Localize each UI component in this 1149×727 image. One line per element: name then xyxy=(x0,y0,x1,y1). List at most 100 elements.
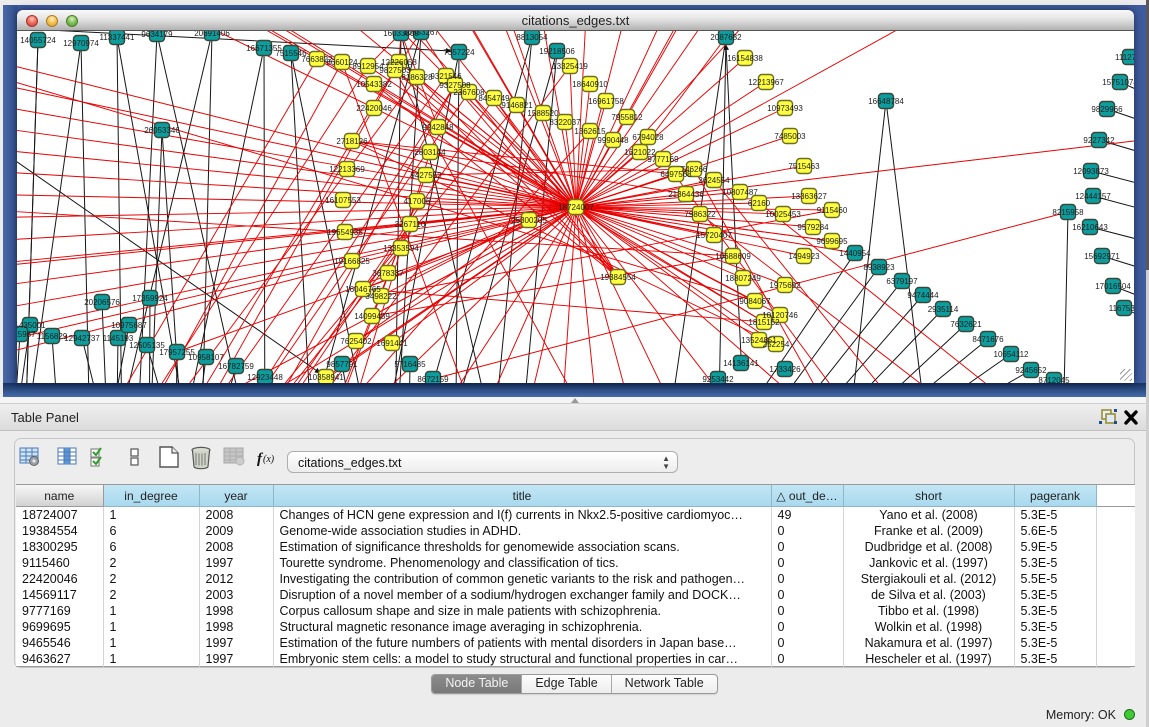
svg-text:9253442: 9253442 xyxy=(702,375,734,383)
svg-text:9579284: 9579284 xyxy=(797,223,829,232)
svg-text:9427552: 9427552 xyxy=(410,171,442,180)
svg-text:252254: 252254 xyxy=(763,340,790,349)
svg-text:16648784: 16648784 xyxy=(868,97,904,106)
svg-text:8322037: 8322037 xyxy=(549,118,581,127)
svg-text:8712045: 8712045 xyxy=(1038,376,1070,383)
svg-text:16154838: 16154838 xyxy=(727,54,763,63)
svg-text:9699695: 9699695 xyxy=(816,237,848,246)
svg-text:19166825: 19166825 xyxy=(334,257,370,266)
svg-text:10853267: 10853267 xyxy=(403,31,439,37)
svg-text:1815152: 1815152 xyxy=(748,318,780,327)
svg-text:8813054: 8813054 xyxy=(516,33,548,42)
svg-text:10807487: 10807487 xyxy=(722,188,758,197)
svg-text:2935114: 2935114 xyxy=(928,305,959,314)
svg-text:8471676: 8471676 xyxy=(972,335,1004,344)
svg-text:21364436: 21364436 xyxy=(668,190,704,199)
svg-text:417006: 417006 xyxy=(404,197,431,206)
svg-text:20691406: 20691406 xyxy=(194,31,230,38)
svg-text:9990448: 9990448 xyxy=(597,136,629,145)
svg-text:26053346: 26053346 xyxy=(144,126,180,135)
svg-text:62160: 62160 xyxy=(748,199,771,208)
svg-text:15720407: 15720407 xyxy=(696,231,732,240)
svg-text:3915987: 3915987 xyxy=(17,330,36,339)
svg-text:16961758: 16961758 xyxy=(588,97,624,106)
svg-text:1494923: 1494923 xyxy=(788,252,820,261)
svg-text:9634179: 9634179 xyxy=(141,31,173,39)
svg-text:13325419: 13325419 xyxy=(552,62,588,71)
svg-text:14136141: 14136141 xyxy=(723,359,759,368)
svg-text:2087682: 2087682 xyxy=(710,33,742,42)
svg-text:10975687: 10975687 xyxy=(111,321,147,330)
svg-text:1588520: 1588520 xyxy=(527,109,559,118)
svg-text:15751074: 15751074 xyxy=(1102,78,1134,87)
svg-text:17359924: 17359924 xyxy=(132,294,168,303)
svg-text:10543382: 10543382 xyxy=(356,80,392,89)
svg-text:1167533: 1167533 xyxy=(1109,304,1134,313)
svg-text:9474444: 9474444 xyxy=(907,291,939,300)
svg-text:9084067: 9084067 xyxy=(739,297,771,306)
svg-text:7986322: 7986322 xyxy=(684,210,716,219)
svg-text:7632621: 7632621 xyxy=(950,320,982,329)
svg-text:10654112: 10654112 xyxy=(994,350,1030,359)
svg-text:9321546: 9321546 xyxy=(430,72,462,81)
svg-text:746266: 746266 xyxy=(681,165,708,174)
svg-text:17016504: 17016504 xyxy=(1095,282,1131,291)
svg-text:20206576: 20206576 xyxy=(84,298,120,307)
svg-text:8672159: 8672159 xyxy=(417,375,449,383)
svg-text:16210643: 16210643 xyxy=(1072,223,1108,232)
svg-text:19218506: 19218506 xyxy=(539,47,575,56)
svg-text:10025453: 10025453 xyxy=(765,210,801,219)
svg-text:19384554: 19384554 xyxy=(600,273,636,282)
svg-text:(x): (x) xyxy=(263,454,275,465)
svg-text:12444157: 12444157 xyxy=(1075,192,1111,201)
svg-text:16782759: 16782759 xyxy=(218,362,254,371)
svg-text:10973493: 10973493 xyxy=(767,104,803,113)
svg-text:11337441: 11337441 xyxy=(100,33,136,42)
svg-text:10958107: 10958107 xyxy=(188,353,224,362)
svg-text:18807249: 18807249 xyxy=(725,274,761,283)
svg-text:7515463: 7515463 xyxy=(788,162,820,171)
svg-text:13363627: 13363627 xyxy=(791,192,827,201)
svg-text:12942737: 12942737 xyxy=(64,334,100,343)
svg-text:1156829: 1156829 xyxy=(37,332,68,341)
svg-text:12923448: 12923448 xyxy=(247,373,283,382)
svg-text:13353594: 13353594 xyxy=(383,244,419,253)
svg-text:6379197: 6379197 xyxy=(886,277,918,286)
svg-text:5716485: 5716485 xyxy=(394,360,426,369)
svg-text:1975692: 1975692 xyxy=(769,281,801,290)
svg-text:14099489: 14099489 xyxy=(354,312,390,321)
svg-text:12213369: 12213369 xyxy=(329,165,365,174)
svg-text:8938923: 8938923 xyxy=(863,263,895,272)
svg-text:9227342: 9227342 xyxy=(1083,136,1115,145)
svg-text:2803144: 2803144 xyxy=(414,148,446,157)
svg-text:12093873: 12093873 xyxy=(1073,167,1109,176)
svg-text:10688609: 10688609 xyxy=(715,252,751,261)
svg-text:9115460: 9115460 xyxy=(817,206,848,215)
svg-text:1362615: 1362615 xyxy=(574,127,606,136)
svg-text:1691441: 1691441 xyxy=(376,339,408,348)
svg-text:22420046: 22420046 xyxy=(356,104,392,113)
svg-text:7625402: 7625402 xyxy=(340,337,372,346)
svg-text:8186328: 8186328 xyxy=(401,73,433,82)
svg-text:9245652: 9245652 xyxy=(1015,366,1047,375)
svg-text:1112733: 1112733 xyxy=(1115,53,1134,62)
svg-text:9857791: 9857791 xyxy=(326,360,358,369)
svg-text:10358941: 10358941 xyxy=(308,373,344,382)
svg-text:3624554: 3624554 xyxy=(698,176,730,185)
svg-text:3267110: 3267110 xyxy=(395,220,426,229)
svg-text:1435001: 1435001 xyxy=(17,321,46,330)
svg-text:15692971: 15692971 xyxy=(1084,252,1120,261)
svg-text:14055724: 14055724 xyxy=(20,36,56,45)
svg-text:7357224: 7357224 xyxy=(443,48,475,57)
svg-text:9829966: 9829966 xyxy=(1091,105,1123,114)
svg-text:12970974: 12970974 xyxy=(63,39,99,48)
svg-text:1440954: 1440954 xyxy=(839,249,871,258)
svg-text:18640910: 18640910 xyxy=(572,80,608,89)
svg-text:3878337: 3878337 xyxy=(372,269,404,278)
svg-text:25300205: 25300205 xyxy=(511,216,547,225)
svg-text:16107553: 16107553 xyxy=(325,196,361,205)
svg-text:9242848: 9242848 xyxy=(422,123,454,132)
svg-text:7485003: 7485003 xyxy=(774,132,806,141)
svg-text:8215958: 8215958 xyxy=(1052,208,1084,217)
svg-text:19654935: 19654935 xyxy=(327,228,363,237)
